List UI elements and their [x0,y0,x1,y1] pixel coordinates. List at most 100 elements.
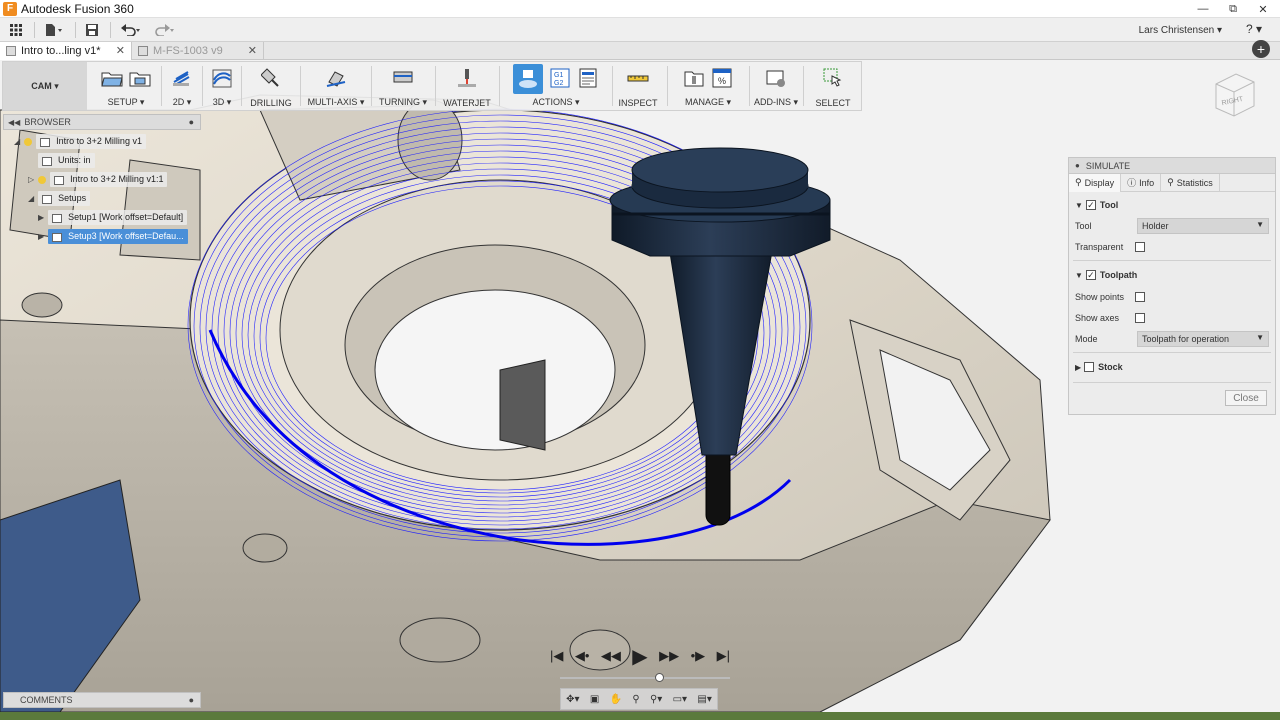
measure-icon[interactable] [627,67,649,89]
minimize-button[interactable]: — [1188,0,1218,18]
browser-panel-header[interactable]: ◀◀ BROWSER ● [3,114,201,130]
expand-arrow-icon[interactable]: ▶ [38,213,44,222]
workspace-switcher[interactable]: CAM ▾ [3,62,87,110]
browser-item-setup3[interactable]: ▶ Setup3 [Work offset=Defau... [38,228,188,245]
simulate-icon[interactable] [513,64,543,94]
step-back-button[interactable]: ◀◀ [601,648,621,664]
waterjet-group[interactable]: WATERJET [437,62,497,110]
grid-settings-icon[interactable]: ▤▾ [697,694,711,705]
select-arrow-icon[interactable] [822,67,844,89]
setup-folder-icon[interactable] [101,67,123,89]
drill-icon[interactable] [260,67,282,89]
scripts-icon[interactable] [765,67,787,89]
expand-arrow-icon[interactable]: ▶ [1075,363,1081,372]
setup-sheet-icon[interactable] [577,67,599,89]
close-tab-icon[interactable]: ✕ [248,44,257,57]
playback-slider[interactable] [560,673,730,682]
close-button[interactable]: Close [1225,390,1267,406]
expand-arrow-icon[interactable]: ▷ [28,175,34,184]
drilling-group[interactable]: DRILLING [243,62,299,110]
setup-group[interactable]: SETUP ▾ [91,62,161,110]
multi-axis-group[interactable]: MULTI-AXIS ▾ [303,62,369,110]
tab-display[interactable]: ⚲ Display [1069,173,1122,192]
browser-item-setups[interactable]: ◢ Setups [28,190,91,207]
comments-panel[interactable]: COMMENTS ● [3,692,201,708]
close-tab-icon[interactable]: ✕ [116,44,125,57]
browser-item-component[interactable]: ▷ Intro to 3+2 Milling v1:1 [28,171,168,188]
toolpath-section-header[interactable]: ▼ ✓ Toolpath [1075,266,1267,284]
stock-checkbox[interactable] [1084,362,1095,372]
toolpath-checkbox[interactable]: ✓ [1085,270,1096,280]
display-settings-icon[interactable]: ▭▾ [673,694,687,705]
go-to-end-button[interactable]: ▶| [717,648,730,664]
restore-button[interactable]: ⧉ [1218,0,1248,18]
multi-axis-icon[interactable] [325,67,347,89]
next-marker-button[interactable]: •▶ [691,648,706,664]
file-menu-icon[interactable] [41,19,67,41]
fit-icon[interactable]: ⚲▾ [650,694,662,705]
slider-knob[interactable] [655,673,664,682]
visibility-bulb-icon[interactable] [38,175,47,184]
user-menu[interactable]: Lars Christensen ▾ [1139,25,1222,36]
actions-group[interactable]: G1 G2 ACTIONS ▾ [501,62,611,110]
expand-arrow-icon[interactable]: ◢ [14,137,20,146]
pin-icon[interactable]: ● [189,117,194,127]
new-tab-button[interactable]: + [1252,40,1270,58]
collapse-arrow-icon[interactable]: ▼ [1075,271,1083,280]
new-setup-icon[interactable] [129,67,151,89]
expand-arrow-icon[interactable]: ▶ [38,232,44,241]
tab-intro-milling[interactable]: Intro to...ling v1* ✕ [0,42,132,60]
tool-label: Tool [1075,221,1092,231]
undo-icon[interactable] [117,19,145,41]
browser-item-document[interactable]: ◢ Intro to 3+2 Milling v1 [14,133,146,150]
tab-info[interactable]: ⓘ Info [1121,173,1162,192]
2d-group[interactable]: 2D ▾ [163,62,201,110]
save-icon[interactable] [82,19,102,41]
transparent-checkbox[interactable] [1135,242,1145,252]
redo-icon[interactable] [151,19,179,41]
2d-toolpath-icon[interactable] [171,67,193,89]
simulate-header[interactable]: ● SIMULATE [1069,158,1275,174]
previous-marker-button[interactable]: ◀• [575,648,590,664]
play-button[interactable]: ▶ [632,644,647,669]
tab-m-fs-1003[interactable]: M-FS-1003 v9 ✕ [132,42,264,60]
look-at-icon[interactable]: ▣ [590,694,599,705]
3d-group[interactable]: 3D ▾ [203,62,241,110]
tool-select[interactable]: Holder ▼ [1137,218,1269,234]
add-ins-group[interactable]: ADD-INS ▾ [751,62,801,110]
post-process-icon[interactable]: G1 G2 [549,67,571,89]
tool-checkbox[interactable]: ✓ [1085,200,1096,210]
turning-group[interactable]: TURNING ▾ [373,62,433,110]
zoom-icon[interactable]: ⚲ [632,694,639,705]
show-points-checkbox[interactable] [1135,292,1145,302]
3d-toolpath-icon[interactable] [211,67,233,89]
pin-icon[interactable]: ● [1075,161,1080,170]
browser-item-units[interactable]: Units: in [38,152,95,169]
browser-item-setup1[interactable]: ▶ Setup1 [Work offset=Default] [38,209,188,226]
visibility-bulb-icon[interactable] [24,137,33,146]
inspect-group[interactable]: INSPECT [613,62,663,110]
collapse-arrow-icon[interactable]: ▼ [1075,201,1083,210]
pan-icon[interactable]: ✋ [610,694,622,705]
tab-statistics[interactable]: ⚲ Statistics [1161,173,1220,192]
view-cube[interactable]: RIGHT [1208,70,1258,120]
expand-arrow-icon[interactable]: ◢ [28,194,34,203]
grid-icon[interactable] [6,19,26,41]
manage-group[interactable]: % MANAGE ▾ [669,62,747,110]
orbit-icon[interactable]: ✥▾ [566,694,579,705]
go-to-start-button[interactable]: |◀ [550,648,563,664]
template-library-icon[interactable]: % [711,67,733,89]
select-group[interactable]: SELECT [805,62,861,110]
turning-icon[interactable] [392,67,414,89]
pin-icon[interactable]: ● [189,695,194,705]
mode-select[interactable]: Toolpath for operation ▼ [1137,331,1269,347]
close-window-button[interactable]: ✕ [1248,0,1278,18]
tool-library-icon[interactable] [683,67,705,89]
tool-section-header[interactable]: ▼ ✓ Tool [1075,196,1267,214]
help-menu[interactable]: ? ▾ [1246,22,1262,36]
collapse-icon[interactable]: ◀◀ [8,118,20,127]
step-forward-button[interactable]: ▶▶ [659,648,679,664]
waterjet-icon[interactable] [456,67,478,89]
stock-section-header[interactable]: ▶ Stock [1075,358,1267,376]
show-axes-checkbox[interactable] [1135,313,1145,323]
